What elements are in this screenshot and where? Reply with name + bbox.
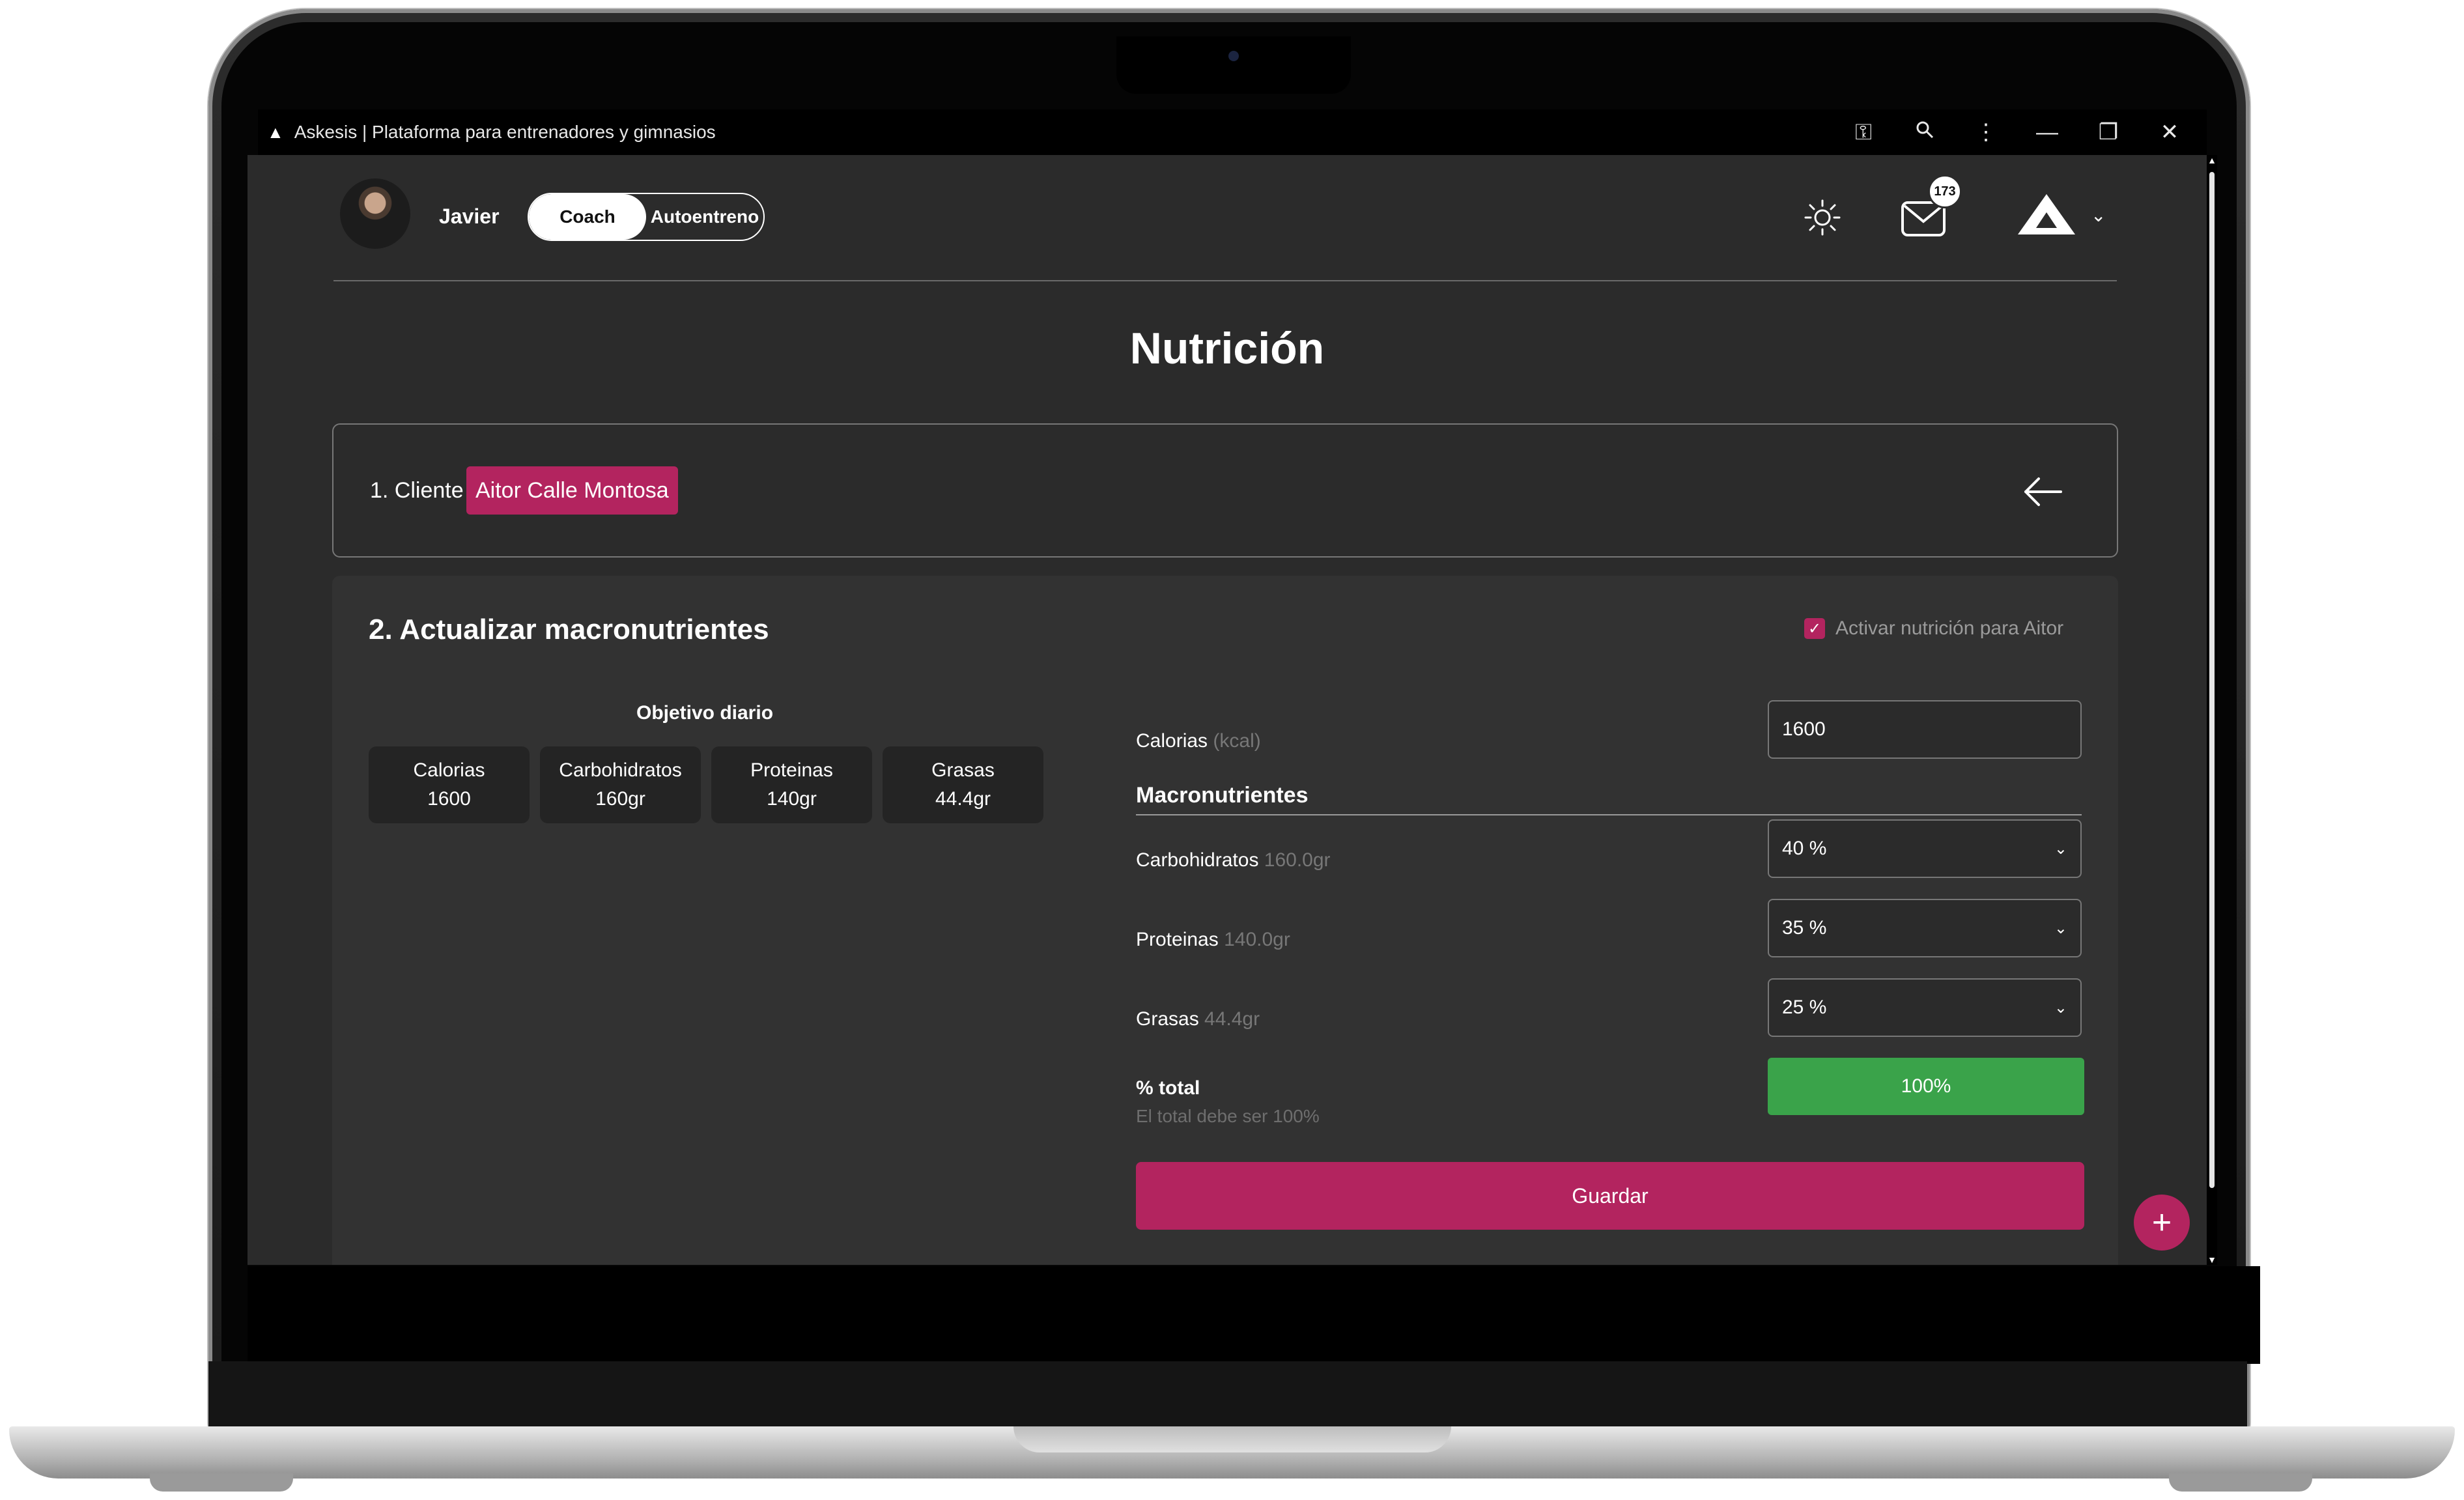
macros-panel: 2. Actualizar macronutrientes ✓ Activar … <box>332 576 2118 1265</box>
window-title: Askesis | Plataforma para entrenadores y… <box>294 122 716 142</box>
carbs-label: Carbohidratos 160.0gr <box>1136 849 1331 871</box>
fats-label-text: Grasas <box>1136 1008 1199 1030</box>
total-percent-note: El total debe ser 100% <box>1136 1106 1320 1126</box>
client-name-chip[interactable]: Aitor Calle Montosa <box>466 466 678 515</box>
checkbox-checked-icon[interactable]: ✓ <box>1804 618 1825 639</box>
activate-nutrition-toggle[interactable]: ✓ Activar nutrición para Aitor <box>1804 617 2063 640</box>
chevron-down-icon: ⌄ <box>2054 998 2067 1017</box>
protein-label: Proteinas 140.0gr <box>1136 929 1290 951</box>
goal-card-carbs: Carbohidratos 160gr <box>540 746 701 823</box>
carbs-percent-value: 40 % <box>1782 838 1827 859</box>
scrollbar-thumb[interactable] <box>2209 172 2215 1188</box>
mode-toggle[interactable]: Coach Autoentreno <box>528 193 765 241</box>
carbs-grams-hint: 160.0gr <box>1264 849 1331 871</box>
app-logo-icon: ▲ <box>267 122 284 142</box>
protein-percent-select[interactable]: 35 % ⌄ <box>1768 899 2082 957</box>
save-button[interactable]: Guardar <box>1136 1162 2084 1230</box>
goal-card-calories: Calorias 1600 <box>369 746 530 823</box>
total-percent-indicator: 100% <box>1768 1058 2084 1115</box>
restore-icon[interactable]: ❐ <box>2078 119 2139 145</box>
back-arrow-icon[interactable] <box>2020 469 2066 515</box>
goal-card-label: Calorias <box>413 759 485 781</box>
laptop-hinge <box>208 1361 2247 1426</box>
add-fab-button[interactable]: + <box>2134 1195 2190 1251</box>
laptop-base-notch <box>1013 1426 1451 1452</box>
brand-logo[interactable] <box>2017 193 2076 236</box>
zoom-icon[interactable] <box>1894 120 1955 145</box>
header-divider <box>333 280 2117 281</box>
scrollbar[interactable]: ▲ ▼ <box>2207 155 2217 1265</box>
close-icon[interactable]: ✕ <box>2139 119 2200 145</box>
daily-goal-cards: Calorias 1600 Carbohidratos 160gr Protei… <box>369 746 1043 823</box>
chevron-down-icon: ⌄ <box>2054 919 2067 937</box>
minimize-icon[interactable]: — <box>2017 120 2078 145</box>
scroll-down-icon[interactable]: ▼ <box>2207 1254 2217 1265</box>
calories-input[interactable]: 1600 <box>1768 700 2082 759</box>
app-viewport: Javier Coach Autoentreno 173 ⌄ Nutrición… <box>248 155 2207 1265</box>
protein-percent-value: 35 % <box>1782 917 1827 939</box>
client-panel: 1. Cliente Aitor Calle Montosa <box>332 423 2118 558</box>
laptop-foot-left <box>150 1473 293 1492</box>
goal-card-value: 140gr <box>767 788 817 810</box>
laptop-foot-right <box>2169 1473 2312 1492</box>
carbs-label-text: Carbohidratos <box>1136 849 1259 871</box>
total-percent-label: % total <box>1136 1077 1200 1099</box>
activate-nutrition-label: Activar nutrición para Aitor <box>1835 617 2064 639</box>
goal-card-label: Proteinas <box>750 759 833 781</box>
goal-card-value: 44.4gr <box>935 788 991 810</box>
protein-grams-hint: 140.0gr <box>1224 929 1290 950</box>
client-step-label: 1. Cliente <box>370 478 464 503</box>
user-name: Javier <box>439 205 500 228</box>
avatar[interactable] <box>340 178 410 249</box>
window-titlebar: ▲ Askesis | Plataforma para entrenadores… <box>258 109 2207 155</box>
carbs-percent-select[interactable]: 40 % ⌄ <box>1768 819 2082 878</box>
theme-toggle-icon[interactable] <box>1803 198 1842 237</box>
protein-label-text: Proteinas <box>1136 929 1219 950</box>
chevron-down-icon[interactable]: ⌄ <box>2091 205 2106 226</box>
screen-bottom-bezel <box>248 1266 2260 1364</box>
goal-card-value: 1600 <box>427 788 471 810</box>
goal-card-label: Carbohidratos <box>559 759 682 781</box>
calories-label-text: Calorias <box>1136 730 1208 752</box>
calories-label: Calorias (kcal) <box>1136 730 1261 752</box>
mode-option-autoentreno[interactable]: Autoentreno <box>646 194 763 240</box>
fats-grams-hint: 44.4gr <box>1204 1008 1260 1030</box>
goal-card-label: Grasas <box>931 759 995 781</box>
goal-card-protein: Proteinas 140gr <box>711 746 872 823</box>
notification-badge: 173 <box>1928 175 1962 208</box>
camera-notch <box>1116 36 1351 94</box>
page-title: Nutrición <box>1129 324 1325 373</box>
fats-percent-value: 25 % <box>1782 997 1827 1018</box>
more-icon[interactable]: ⋮ <box>1955 119 2017 145</box>
key-icon[interactable]: ⚿ <box>1833 120 1894 145</box>
chevron-down-icon: ⌄ <box>2054 840 2067 858</box>
goal-card-fats: Grasas 44.4gr <box>883 746 1043 823</box>
camera-icon <box>1228 51 1239 61</box>
fats-label: Grasas 44.4gr <box>1136 1008 1260 1030</box>
calories-unit-hint: (kcal) <box>1213 730 1261 752</box>
macronutrients-heading: Macronutrientes <box>1136 783 1309 808</box>
daily-goal-title: Objetivo diario <box>636 702 774 724</box>
goal-card-value: 160gr <box>595 788 645 810</box>
mode-option-coach[interactable]: Coach <box>529 194 646 240</box>
window-controls: ⚿ ⋮ — ❐ ✕ <box>1833 109 2200 155</box>
section-title: 2. Actualizar macronutrientes <box>369 614 769 645</box>
scroll-up-icon[interactable]: ▲ <box>2207 155 2217 165</box>
fats-percent-select[interactable]: 25 % ⌄ <box>1768 978 2082 1037</box>
macronutrients-divider <box>1136 814 2082 815</box>
